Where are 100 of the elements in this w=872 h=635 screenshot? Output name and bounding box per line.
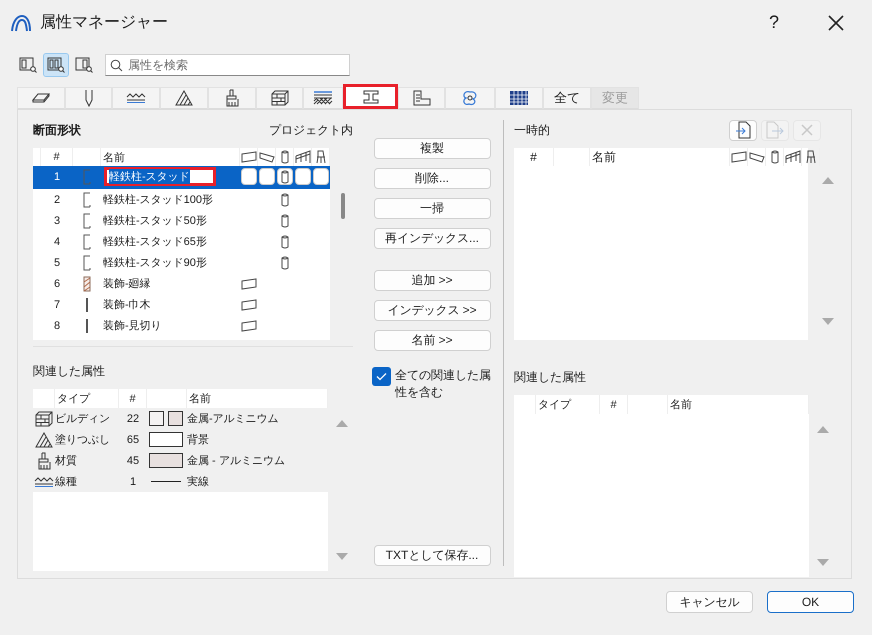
dialog-button[interactable]: OK: [767, 591, 854, 613]
section-title: 断面形状: [33, 122, 81, 138]
table-cell-text: 材質: [55, 454, 78, 469]
table-row[interactable]: 6 装飾-廻縁: [33, 273, 330, 294]
attribute-tab[interactable]: [112, 87, 160, 109]
attribute-tab[interactable]: [303, 87, 343, 109]
column-icon: [281, 214, 289, 228]
table-cell-text: 4: [52, 234, 62, 250]
action-button[interactable]: 削除...: [374, 168, 490, 189]
column-icon: [281, 192, 289, 206]
table-row[interactable]: 4 軽鉄柱-スタッド65形: [33, 231, 330, 252]
action-button[interactable]: 複製: [374, 138, 490, 159]
hatch-fill-icon: [35, 432, 53, 448]
table-row[interactable]: 7 装飾-巾木: [33, 294, 330, 315]
table-cell-text: 軽鉄柱-スタッド90形: [102, 256, 208, 271]
table-cell-text: 1: [128, 474, 138, 490]
stud-profile-icon: [82, 212, 92, 228]
action-button[interactable]: インデックス >>: [374, 300, 490, 321]
table-cell-text: 軽鉄柱-スタッド50形: [102, 214, 208, 229]
file-export-icon: [766, 121, 784, 139]
table-row[interactable]: 5 軽鉄柱-スタッド90形: [33, 252, 330, 273]
stud-profile-icon: [82, 168, 92, 184]
table-row[interactable]: 1 軽鉄柱-スタッド: [33, 166, 330, 189]
action-button[interactable]: TXTとして保存...: [374, 545, 490, 566]
check-icon: [376, 372, 387, 381]
wall-icon: [730, 151, 746, 163]
attribute-tab[interactable]: [17, 87, 65, 109]
close-icon: [801, 124, 813, 136]
view-toggle-button[interactable]: [43, 53, 69, 77]
help-button[interactable]: ?: [754, 12, 794, 33]
i-beam-icon: [362, 90, 380, 104]
table-cell-text: 装飾-巾木: [102, 298, 152, 313]
table-row[interactable]: 材質 45 金属 - アルミニウム: [33, 450, 328, 471]
checkbox-label: 全ての関連した属性を含む: [395, 367, 492, 401]
table-cell-text: 装飾-見切り: [102, 319, 163, 334]
bar-profile-icon: [85, 318, 89, 334]
close-icon[interactable]: [828, 14, 844, 30]
line-type-icon: [126, 92, 146, 104]
railing-icon: [784, 150, 800, 164]
table-cell-text: 塗りつぶし: [55, 433, 111, 448]
table-cell-text: 5: [52, 256, 62, 270]
panel-view-icon: [47, 57, 65, 73]
paint-brush-icon: [224, 89, 240, 107]
attribute-tab[interactable]: [256, 87, 303, 109]
column-header: タイプ: [536, 395, 600, 414]
name-edit-field[interactable]: 軽鉄柱-スタッド: [104, 167, 216, 186]
column-icon: [770, 150, 778, 164]
chair-icon: [314, 150, 326, 164]
column-header: #: [514, 148, 554, 166]
railing-icon: [294, 150, 310, 164]
table-cell-text: 軽鉄柱-スタッド65形: [102, 235, 208, 250]
action-button[interactable]: 一掃: [374, 198, 490, 219]
search-icon: [110, 59, 123, 72]
table-cell-text: 軽鉄柱-スタッド100形: [102, 193, 214, 208]
dialog-button[interactable]: キャンセル: [666, 591, 753, 613]
checkbox[interactable]: [372, 367, 391, 386]
wall-icon: [241, 320, 257, 332]
tool-button[interactable]: [729, 120, 757, 140]
action-button[interactable]: 追加 >>: [374, 270, 490, 291]
table-row[interactable]: 3 軽鉄柱-スタッド50形: [33, 210, 330, 231]
column-icon: [281, 256, 289, 270]
attribute-tab[interactable]: [398, 87, 445, 109]
table-row[interactable]: ビルディン 22 金属-アルミニウム: [33, 408, 328, 429]
zone-plan-icon: [412, 90, 430, 106]
table-cell-text: 装飾-廻縁: [102, 277, 152, 292]
pen-icon: [84, 89, 94, 107]
search-field[interactable]: 属性を検索: [105, 54, 350, 76]
grid-icon: [509, 90, 529, 106]
attribute-tab[interactable]: [343, 84, 398, 109]
stud-profile-icon: [82, 192, 92, 208]
table-cell-text: 8: [52, 318, 62, 334]
attribute-tab[interactable]: 全て: [543, 87, 591, 109]
slab-icon: [32, 92, 50, 104]
table-row[interactable]: 8 装飾-見切り: [33, 315, 330, 336]
bar-profile-icon: [85, 296, 89, 312]
table-cell-text: 6: [52, 276, 62, 292]
table-cell-text: 22: [126, 412, 140, 426]
section-title: 関連した属性: [33, 362, 105, 380]
section-title: 関連した属性: [514, 368, 586, 386]
table-row[interactable]: 塗りつぶし 65 背景: [33, 429, 328, 450]
hatched-profile-icon: [83, 276, 91, 292]
table-cell-text: 3: [52, 214, 62, 228]
hatch-fill-icon: [175, 90, 193, 106]
column-header: 名前: [668, 395, 809, 414]
table-row[interactable]: 線種 1 実線: [33, 471, 328, 492]
action-button[interactable]: 名前 >>: [374, 330, 490, 351]
attribute-tab[interactable]: [65, 87, 112, 109]
attribute-tab[interactable]: [160, 87, 208, 109]
table-cell-text: ビルディン: [55, 412, 111, 427]
beam-icon: [258, 151, 274, 163]
attribute-tab[interactable]: [495, 87, 543, 109]
action-button[interactable]: 再インデックス...: [374, 228, 490, 249]
wall-icon: [240, 151, 256, 163]
table-row[interactable]: 2 軽鉄柱-スタッド100形: [33, 189, 330, 210]
attribute-tab[interactable]: [208, 87, 256, 109]
file-import-icon: [735, 121, 751, 139]
paint-brush-icon: [36, 452, 52, 470]
scrollbar-thumb[interactable]: [341, 193, 345, 219]
table-cell-text: 7: [52, 298, 62, 312]
stud-profile-icon: [82, 234, 92, 250]
